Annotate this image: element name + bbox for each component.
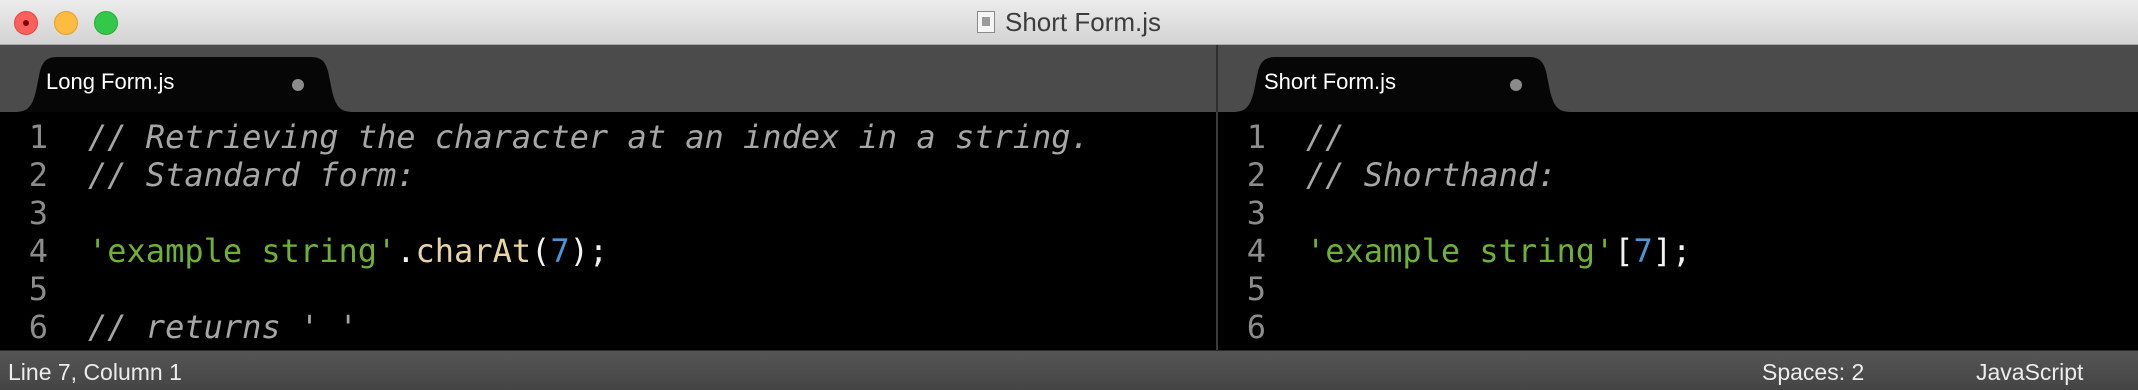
tab-label: Long Form.js: [46, 69, 175, 94]
code-token-punc: ];: [1652, 232, 1692, 270]
code-line[interactable]: 4 'example string'.charAt(7);: [0, 232, 1216, 270]
code-text: // returns ' ': [88, 308, 358, 346]
code-line[interactable]: 1 //: [1218, 118, 2138, 156]
code-line[interactable]: 3: [1218, 194, 2138, 232]
code-token-comment: // returns ' ': [88, 308, 358, 346]
tab-close-dot-icon[interactable]: [1510, 79, 1522, 91]
code-line[interactable]: 2 // Shorthand:: [1218, 156, 2138, 194]
tab-close-dot-icon[interactable]: [292, 79, 304, 91]
code-line[interactable]: 2 // Standard form:: [0, 156, 1216, 194]
line-number: 5: [1246, 270, 1266, 308]
code-line[interactable]: 3: [0, 194, 1216, 232]
line-number: 3: [1246, 194, 1266, 232]
code-text: // Retrieving the character at an index …: [88, 118, 1090, 156]
code-line[interactable]: 6: [1218, 308, 2138, 346]
code-token-num: 7: [550, 232, 570, 270]
line-number: 2: [28, 156, 48, 194]
editor-pane-right[interactable]: 1 // 2 // Shorthand: 3 4 'example string'[7]; 5…: [1218, 112, 2138, 350]
window-title: Short Form.js: [1004, 6, 1162, 37]
code-token-string: 'example string': [88, 232, 397, 270]
code-token-punc: [: [1614, 232, 1634, 270]
code-token-punc: );: [569, 232, 609, 270]
code-token-method: charAt: [415, 232, 532, 270]
line-number: 4: [1246, 232, 1266, 270]
code-token-comment: // Retrieving the character at an index …: [88, 118, 1090, 156]
line-number: 2: [1246, 156, 1266, 194]
line-number: 5: [28, 270, 48, 308]
indentation-setting[interactable]: Spaces: 2: [1762, 359, 1864, 386]
code-text: //: [1306, 118, 1345, 156]
tab-short-form[interactable]: Short Form.js: [1232, 57, 1572, 112]
code-line[interactable]: 4 'example string'[7];: [1218, 232, 2138, 270]
code-line[interactable]: 5: [0, 270, 1216, 308]
code-token-comment: // Standard form:: [88, 156, 416, 194]
code-text: 'example string'.charAt(7);: [88, 232, 608, 270]
code-text: // Shorthand:: [1306, 156, 1556, 194]
title-bar: Short Form.js: [0, 0, 2138, 45]
code-line[interactable]: 6 // returns ' ': [0, 308, 1216, 346]
code-token-punc: (: [531, 232, 551, 270]
code-text: // Standard form:: [88, 156, 416, 194]
line-number: 1: [28, 118, 48, 156]
editor-window: Short Form.js Long Form.js Short Form.js…: [0, 0, 2138, 390]
code-token-string: 'example string': [1306, 232, 1615, 270]
status-bar: Line 7, Column 1 Spaces: 2 JavaScript: [0, 350, 2138, 390]
code-token-comment: //: [1306, 118, 1345, 156]
line-number: 3: [28, 194, 48, 232]
line-number: 1: [1246, 118, 1266, 156]
tab-strip-divider: [1216, 45, 1218, 112]
code-token-comment: // Shorthand:: [1306, 156, 1557, 194]
code-token-num: 7: [1633, 232, 1653, 270]
line-number: 4: [28, 232, 48, 270]
line-number: 6: [1246, 308, 1266, 346]
code-token-punc: .: [396, 232, 416, 270]
code-text: 'example string'[7];: [1306, 232, 1691, 270]
document-icon: [976, 11, 995, 33]
window-title-group: Short Form.js: [0, 0, 2138, 44]
line-number: 6: [28, 308, 48, 346]
tab-label: Short Form.js: [1264, 69, 1397, 94]
cursor-position[interactable]: Line 7, Column 1: [8, 359, 182, 386]
syntax-selector[interactable]: JavaScript: [1976, 359, 2083, 386]
editor-pane-left[interactable]: 1 // Retrieving the character at an index…: [0, 112, 1216, 350]
code-line[interactable]: 5: [1218, 270, 2138, 308]
tab-strip: Long Form.js Short Form.js: [0, 45, 2138, 112]
code-line[interactable]: 1 // Retrieving the character at an index…: [0, 118, 1216, 156]
tab-long-form[interactable]: Long Form.js: [14, 57, 354, 112]
